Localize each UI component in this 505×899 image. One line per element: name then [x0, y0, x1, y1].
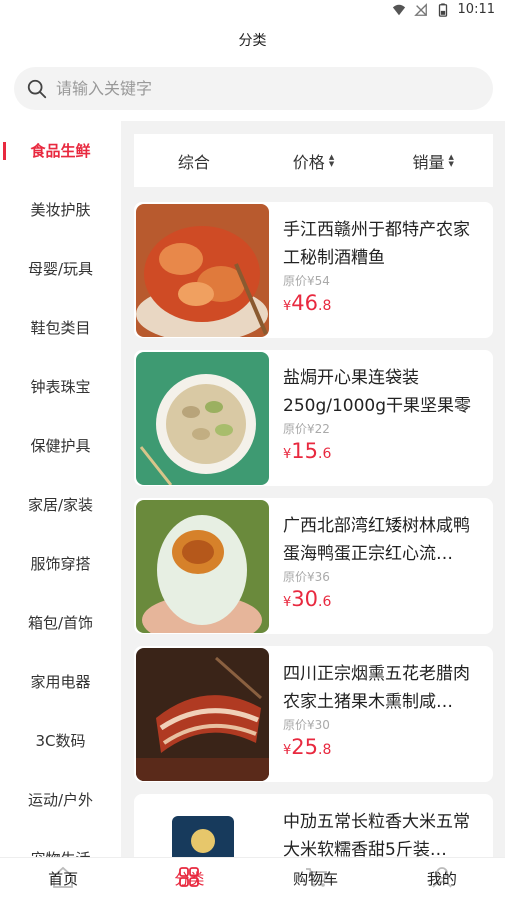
- product-info: 盐焗开心果连袋装250g/1000g干果坚果零食批发 原价¥22 ¥15.6: [283, 364, 486, 463]
- original-price: 原价¥22: [283, 422, 330, 436]
- original-price: 原价¥54: [283, 274, 330, 288]
- product-price: ¥30.6: [283, 587, 486, 611]
- sidebar-item-baby-toys[interactable]: 母婴/玩具: [0, 239, 121, 298]
- product-info: 中劢五常长粒香大米五常大米软糯香甜5斤装…: [283, 808, 486, 857]
- sidebar-item-beauty[interactable]: 美妆护肤: [0, 180, 121, 239]
- product-image: [136, 796, 269, 857]
- product-title: 广西北部湾红矮树林咸鸭蛋海鸭蛋正宗红心流…: [283, 516, 470, 564]
- product-card[interactable]: 手江西赣州于都特产农家工秘制酒糟鱼 原价¥54 ¥46.8: [134, 202, 493, 338]
- product-panel: 综合 价格 ▲ ▼ 销量 ▲ ▼ 手江西赣州于都特产农家工秘制酒糟鱼 原价¥54…: [121, 121, 505, 857]
- search-input[interactable]: [56, 79, 456, 98]
- original-price: 原价¥30: [283, 718, 330, 732]
- product-title: 中劢五常长粒香大米五常大米软糯香甜5斤装…: [283, 812, 470, 857]
- price-integer: 30: [291, 587, 319, 611]
- product-card[interactable]: 广西北部湾红矮树林咸鸭蛋海鸭蛋正宗红心流… 原价¥36 ¥30.6: [134, 498, 493, 634]
- sidebar-item-label: 3C数码: [35, 732, 86, 750]
- sort-sales[interactable]: 销量 ▲ ▼: [373, 149, 493, 173]
- price-decimal: .6: [318, 594, 332, 610]
- sidebar-item-label: 保健护具: [30, 437, 91, 455]
- sidebar-item-food[interactable]: 食品生鲜: [0, 121, 121, 180]
- sidebar-item-appliances[interactable]: 家用电器: [0, 652, 121, 711]
- sidebar-item-shoes-bags[interactable]: 鞋包类目: [0, 298, 121, 357]
- sidebar-item-label: 母婴/玩具: [27, 260, 94, 278]
- product-info: 手江西赣州于都特产农家工秘制酒糟鱼 原价¥54 ¥46.8: [283, 216, 486, 315]
- sidebar-item-label: 箱包/首饰: [27, 614, 94, 632]
- nav-cart-label: 购物车: [293, 870, 339, 888]
- product-info: 四川正宗烟熏五花老腊肉农家土猪果木熏制咸… 原价¥30 ¥25.8: [283, 660, 486, 759]
- battery-icon: [438, 2, 447, 17]
- product-price: ¥25.8: [283, 735, 486, 759]
- sidebar-item-label: 钟表珠宝: [30, 378, 91, 396]
- price-decimal: .6: [318, 446, 332, 462]
- status-time: 10:11: [457, 2, 495, 17]
- sidebar-item-electronics[interactable]: 3C数码: [0, 711, 121, 770]
- sidebar-item-home[interactable]: 家居/家装: [0, 475, 121, 534]
- product-price: ¥46.8: [283, 291, 486, 315]
- product-image: [136, 648, 269, 781]
- sort-sales-label: 销量: [412, 152, 445, 172]
- sidebar-item-luggage[interactable]: 箱包/首饰: [0, 593, 121, 652]
- product-title: 四川正宗烟熏五花老腊肉农家土猪果木熏制咸…: [283, 664, 470, 712]
- product-image: [136, 500, 269, 633]
- sort-price-label: 价格: [292, 152, 325, 172]
- wifi-icon: [392, 4, 405, 15]
- sidebar-item-label: 食品生鲜: [30, 142, 91, 160]
- nav-category[interactable]: 分类: [126, 858, 252, 899]
- sidebar-item-label: 宠物生活: [30, 848, 90, 857]
- sidebar-item-label: 运动/户外: [27, 791, 94, 809]
- nav-home[interactable]: 首页: [0, 858, 126, 899]
- product-card[interactable]: 中劢五常长粒香大米五常大米软糯香甜5斤装…: [134, 794, 493, 857]
- sort-arrows-icon: ▲ ▼: [448, 152, 454, 168]
- sidebar-item-health[interactable]: 保健护具: [0, 416, 121, 475]
- nav-cart[interactable]: 购物车: [253, 858, 379, 899]
- sort-bar: 综合 价格 ▲ ▼ 销量 ▲ ▼: [134, 134, 493, 187]
- sort-comprehensive-label: 综合: [177, 152, 210, 172]
- sidebar-item-label: 鞋包类目: [30, 319, 91, 337]
- product-image: [136, 352, 269, 485]
- price-integer: 46: [291, 291, 319, 315]
- status-bar: 10:11: [0, 0, 505, 22]
- nav-category-label: 分类: [174, 870, 205, 888]
- sidebar-item-label: 美妆护肤: [30, 201, 91, 219]
- price-decimal: .8: [318, 298, 332, 314]
- search-bar[interactable]: [14, 67, 493, 110]
- product-title: 手江西赣州于都特产农家工秘制酒糟鱼: [283, 220, 470, 268]
- product-card[interactable]: 盐焗开心果连袋装250g/1000g干果坚果零食批发 原价¥22 ¥15.6: [134, 350, 493, 486]
- nav-mine-label: 我的: [426, 870, 457, 888]
- sidebar-item-pets[interactable]: 宠物生活: [0, 829, 121, 857]
- no-signal-icon: [413, 2, 427, 16]
- app-screen: 10:11 分类 食品生鲜 美妆护肤 母婴/玩具 鞋包类目 钟表珠宝 保健护具 …: [0, 0, 505, 899]
- sort-price[interactable]: 价格 ▲ ▼: [254, 149, 374, 173]
- product-price: ¥15.6: [283, 439, 486, 463]
- product-info: 广西北部湾红矮树林咸鸭蛋海鸭蛋正宗红心流… 原价¥36 ¥30.6: [283, 512, 486, 611]
- sidebar-item-apparel[interactable]: 服饰穿搭: [0, 534, 121, 593]
- sidebar-item-watches-jewelry[interactable]: 钟表珠宝: [0, 357, 121, 416]
- nav-home-label: 首页: [48, 870, 79, 888]
- original-price: 原价¥36: [283, 570, 330, 584]
- product-title: 盐焗开心果连袋装250g/1000g干果坚果零食批发: [283, 368, 472, 416]
- price-integer: 15: [291, 439, 319, 463]
- product-card[interactable]: 四川正宗烟熏五花老腊肉农家土猪果木熏制咸… 原价¥30 ¥25.8: [134, 646, 493, 782]
- sort-arrows-icon: ▲ ▼: [328, 152, 335, 168]
- category-sidebar: 食品生鲜 美妆护肤 母婴/玩具 鞋包类目 钟表珠宝 保健护具 家居/家装 服饰穿…: [0, 121, 121, 857]
- sidebar-item-label: 服饰穿搭: [30, 555, 91, 573]
- price-decimal: .8: [318, 742, 332, 758]
- nav-mine[interactable]: 我的: [379, 858, 505, 899]
- page-header: 分类: [0, 22, 505, 58]
- sidebar-item-label: 家用电器: [30, 673, 91, 691]
- search-icon: [27, 79, 47, 98]
- sort-comprehensive[interactable]: 综合: [134, 149, 254, 173]
- bottom-nav: 首页 分类 购物车 我的: [0, 857, 505, 899]
- sidebar-item-sports[interactable]: 运动/户外: [0, 770, 121, 829]
- product-image: [136, 204, 269, 337]
- price-integer: 25: [291, 735, 319, 759]
- status-icons: 10:11: [392, 2, 495, 17]
- sidebar-item-label: 家居/家装: [27, 496, 94, 514]
- page-title: 分类: [238, 33, 267, 49]
